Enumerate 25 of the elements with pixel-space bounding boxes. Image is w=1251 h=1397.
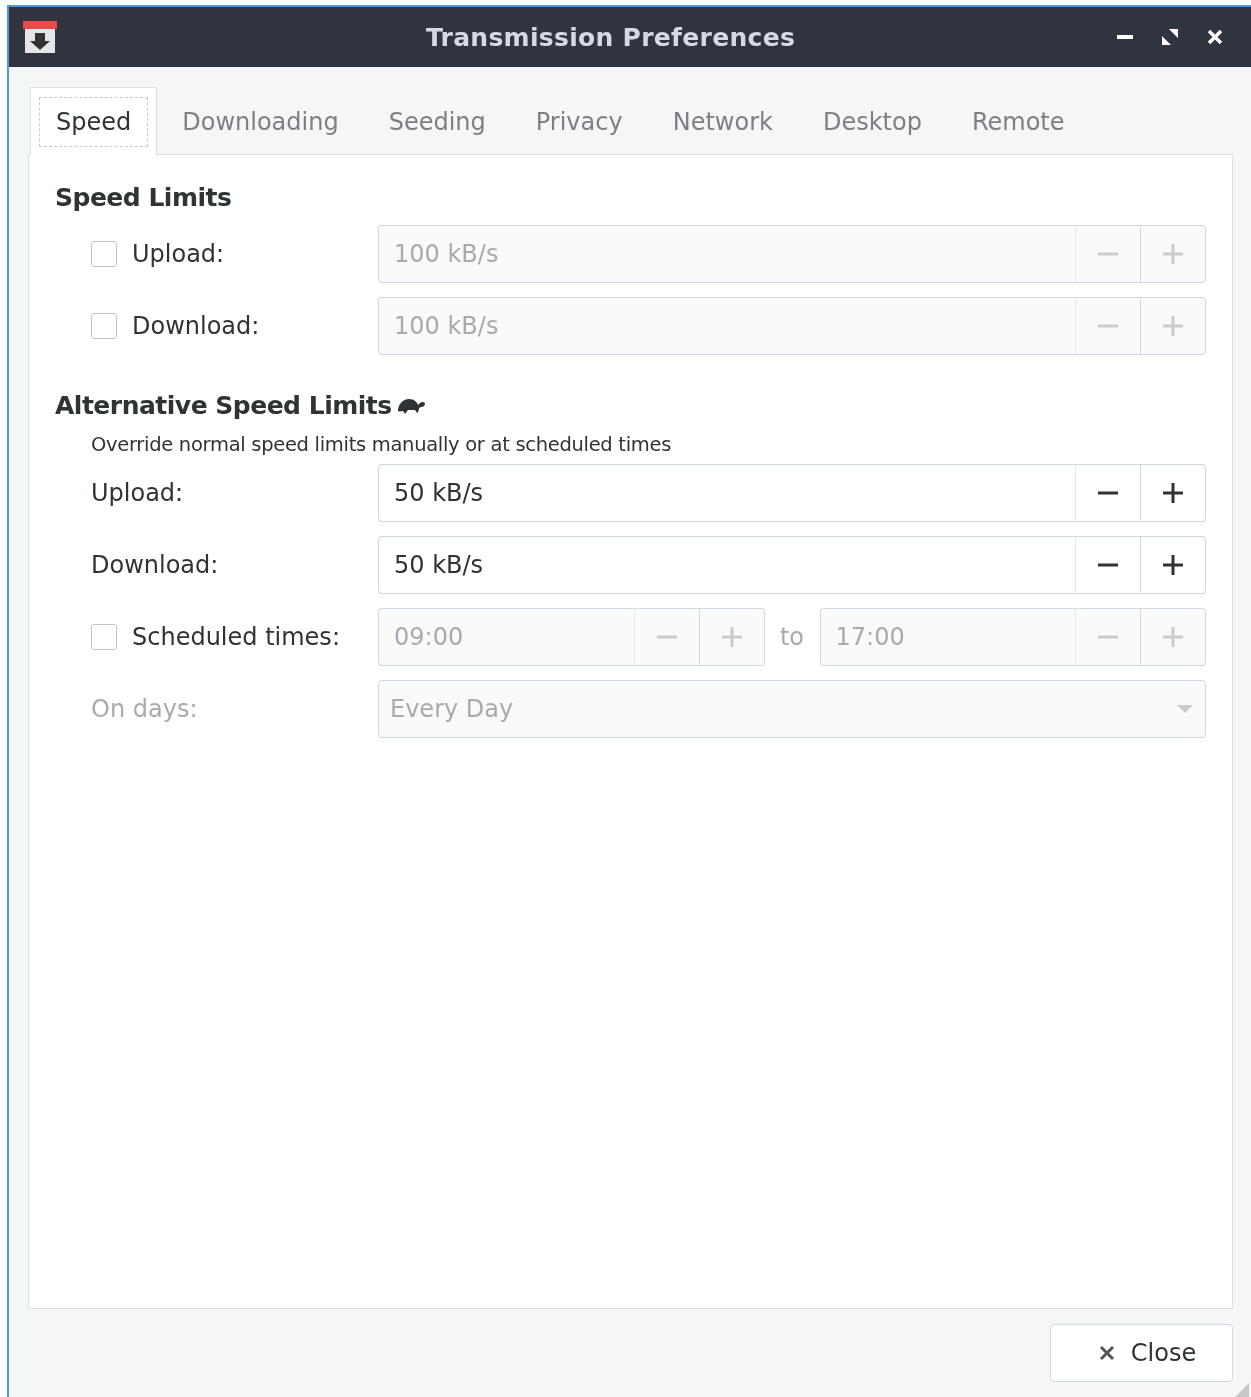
window-title: Transmission Preferences bbox=[424, 22, 797, 52]
tab[interactable]: Desktop bbox=[797, 87, 947, 155]
tab[interactable]: Downloading bbox=[157, 87, 364, 155]
tab[interactable]: Seeding bbox=[363, 87, 511, 155]
section-heading: Alternative Speed Limits bbox=[55, 390, 392, 420]
spin-field[interactable]: 50 kB/s bbox=[378, 536, 1076, 594]
field-label: Download: bbox=[91, 551, 219, 579]
tab[interactable]: Speed bbox=[30, 87, 158, 155]
spin-field[interactable]: 50 kB/s bbox=[378, 464, 1076, 522]
spin-field[interactable]: 100 kB/s bbox=[378, 225, 1076, 283]
section-description: Override normal speed limits manually or at scheduled times bbox=[91, 433, 673, 456]
checkbox-label: Upload: bbox=[132, 240, 225, 268]
range-separator: to bbox=[778, 623, 806, 651]
tab[interactable]: Remote bbox=[946, 87, 1090, 155]
close-dialog-button[interactable]: Close bbox=[1050, 1324, 1233, 1382]
section-heading: Speed Limits bbox=[55, 182, 232, 212]
spin-field[interactable]: 09:00 bbox=[378, 608, 635, 666]
checkbox-label: Scheduled times: bbox=[132, 623, 340, 651]
tab[interactable]: Privacy bbox=[510, 87, 648, 155]
checkbox-label: Download: bbox=[132, 312, 260, 340]
field-label: Upload: bbox=[91, 479, 184, 507]
field-label: On days: bbox=[91, 695, 198, 723]
spin-field[interactable]: 17:00 bbox=[819, 608, 1076, 666]
spin-field[interactable]: 100 kB/s bbox=[378, 297, 1076, 355]
tab[interactable]: Network bbox=[647, 87, 798, 155]
